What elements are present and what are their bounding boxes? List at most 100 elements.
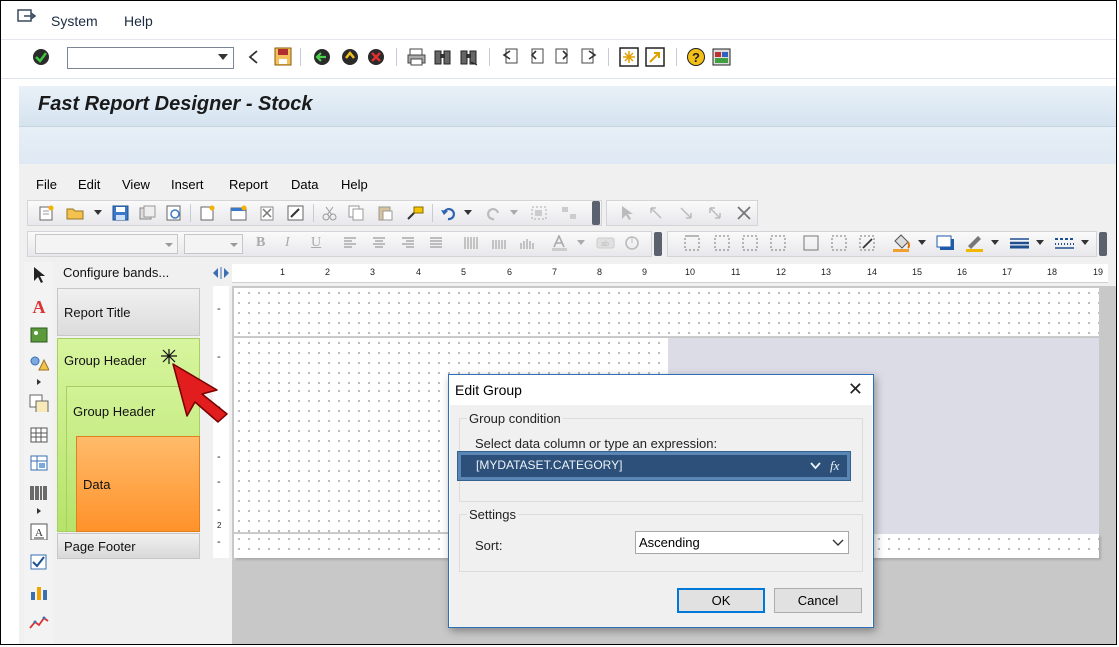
shortcut-icon[interactable] <box>645 47 665 67</box>
designer-menu-insert[interactable]: Insert <box>171 177 204 192</box>
designer-menu-help[interactable]: Help <box>341 177 368 192</box>
font-color-dropdown-icon[interactable] <box>577 240 585 246</box>
line-color-dropdown-icon[interactable] <box>991 240 999 246</box>
find-next-icon[interactable] <box>459 47 479 67</box>
ungroup-icon[interactable] <box>560 205 580 221</box>
shape-object-icon[interactable] <box>29 354 49 372</box>
band-report-title[interactable]: Report Title <box>57 288 200 336</box>
designer-menu-edit[interactable]: Edit <box>78 177 100 192</box>
highlight-icon[interactable]: ab <box>596 236 616 250</box>
expression-builder-icon[interactable]: fx <box>830 458 839 474</box>
line-style-dropdown-icon[interactable] <box>1081 240 1089 246</box>
underline-icon[interactable]: U <box>311 235 321 251</box>
print-icon[interactable] <box>407 47 427 67</box>
band-page-footer[interactable]: Page Footer <box>57 533 200 559</box>
font-name-combo[interactable] <box>35 234 178 254</box>
band-data[interactable]: Data <box>76 436 200 532</box>
cut-icon[interactable] <box>321 205 338 221</box>
line-style-icon[interactable] <box>1054 236 1076 250</box>
menu-help[interactable]: Help <box>124 13 153 29</box>
new-session-icon[interactable] <box>619 47 639 67</box>
line-color-icon[interactable] <box>964 233 986 253</box>
paste-icon[interactable] <box>377 205 394 221</box>
close-icon[interactable]: ✕ <box>848 379 863 400</box>
matrix-object-icon[interactable] <box>29 454 49 472</box>
format-painter-icon[interactable] <box>406 205 426 221</box>
line-width-icon[interactable] <box>1009 236 1031 250</box>
undo-icon[interactable] <box>440 205 457 221</box>
subreport-object-icon[interactable] <box>29 394 49 412</box>
expression-field[interactable]: [MYDATASET.CATEGORY] fx <box>457 451 851 481</box>
undo-dropdown-icon[interactable] <box>464 210 472 216</box>
open-icon[interactable] <box>66 205 86 221</box>
find-icon[interactable] <box>433 47 453 67</box>
sap-system-menu-icon[interactable] <box>17 9 37 25</box>
text-object-icon[interactable]: A <box>29 297 49 315</box>
align-right-arrow-icon[interactable] <box>678 205 694 221</box>
redo-dropdown-icon[interactable] <box>510 210 518 216</box>
font-size-combo[interactable] <box>184 234 243 254</box>
group-icon[interactable] <box>530 205 550 221</box>
toolbar-grip[interactable] <box>1099 232 1107 256</box>
next-page-icon[interactable] <box>553 47 573 67</box>
new-report-icon[interactable] <box>38 205 55 221</box>
command-field[interactable] <box>67 47 234 69</box>
new-dialog-icon[interactable] <box>230 205 247 221</box>
more-arrow-icon[interactable] <box>36 507 42 515</box>
ok-button[interactable]: OK <box>677 588 765 613</box>
sparkline-object-icon[interactable] <box>29 614 49 632</box>
page-setup-icon[interactable] <box>287 205 304 221</box>
designer-menu-report[interactable]: Report <box>229 177 268 192</box>
report-title-area[interactable] <box>234 288 1099 337</box>
fill-color-dropdown-icon[interactable] <box>918 240 926 246</box>
italic-icon[interactable]: I <box>285 235 290 251</box>
shadow-icon[interactable] <box>936 235 956 251</box>
font-color-icon[interactable] <box>550 235 570 251</box>
designer-menu-file[interactable]: File <box>36 177 57 192</box>
first-page-icon[interactable] <box>501 47 521 67</box>
preview-icon[interactable] <box>166 205 183 221</box>
redo-icon[interactable] <box>485 205 502 221</box>
cancel-icon[interactable] <box>366 47 386 67</box>
designer-menu-data[interactable]: Data <box>291 177 318 192</box>
check-icon[interactable] <box>31 47 51 67</box>
align-left-arrow-icon[interactable] <box>648 205 664 221</box>
designer-menu-view[interactable]: View <box>122 177 150 192</box>
edit-frame-icon[interactable] <box>859 235 877 251</box>
exit-icon[interactable] <box>340 47 360 67</box>
help-icon[interactable]: ? <box>686 47 706 67</box>
back-icon[interactable] <box>247 49 259 65</box>
checkbox-object-icon[interactable] <box>29 553 49 571</box>
chart-object-icon[interactable] <box>29 583 49 601</box>
menu-system[interactable]: System <box>51 13 98 29</box>
chevron-down-icon[interactable] <box>810 462 821 470</box>
richtext-object-icon[interactable]: A <box>29 522 49 540</box>
select-tool-icon[interactable] <box>29 266 49 284</box>
configure-bands-link[interactable]: Configure bands... <box>63 265 169 280</box>
copy-icon[interactable] <box>348 205 365 221</box>
toolbar-grip[interactable] <box>654 232 662 256</box>
pointer-tool-icon[interactable] <box>620 205 634 221</box>
new-page-icon[interactable] <box>199 205 216 221</box>
close-object-icon[interactable] <box>736 205 752 221</box>
go-back-icon[interactable] <box>312 47 332 67</box>
last-page-icon[interactable] <box>579 47 599 67</box>
customize-layout-icon[interactable] <box>712 47 732 67</box>
align-both-arrow-icon[interactable] <box>707 205 723 221</box>
open-dropdown-icon[interactable] <box>94 210 102 216</box>
toolbar-grip[interactable] <box>592 201 600 225</box>
collapse-panel-icon[interactable] <box>211 267 231 279</box>
line-width-dropdown-icon[interactable] <box>1036 240 1044 246</box>
barcode-object-icon[interactable] <box>29 484 49 502</box>
table-object-icon[interactable] <box>29 426 49 444</box>
save-icon[interactable] <box>274 47 292 66</box>
cancel-button[interactable]: Cancel <box>774 588 862 613</box>
rotation-icon[interactable] <box>624 235 640 251</box>
more-arrow-icon[interactable] <box>36 378 42 386</box>
picture-object-icon[interactable] <box>29 326 49 344</box>
delete-page-icon[interactable] <box>259 205 276 221</box>
bold-icon[interactable]: B <box>256 235 265 251</box>
fill-color-icon[interactable] <box>891 233 913 253</box>
save-report-icon[interactable] <box>112 205 129 221</box>
sort-select[interactable]: Ascending <box>635 531 849 554</box>
